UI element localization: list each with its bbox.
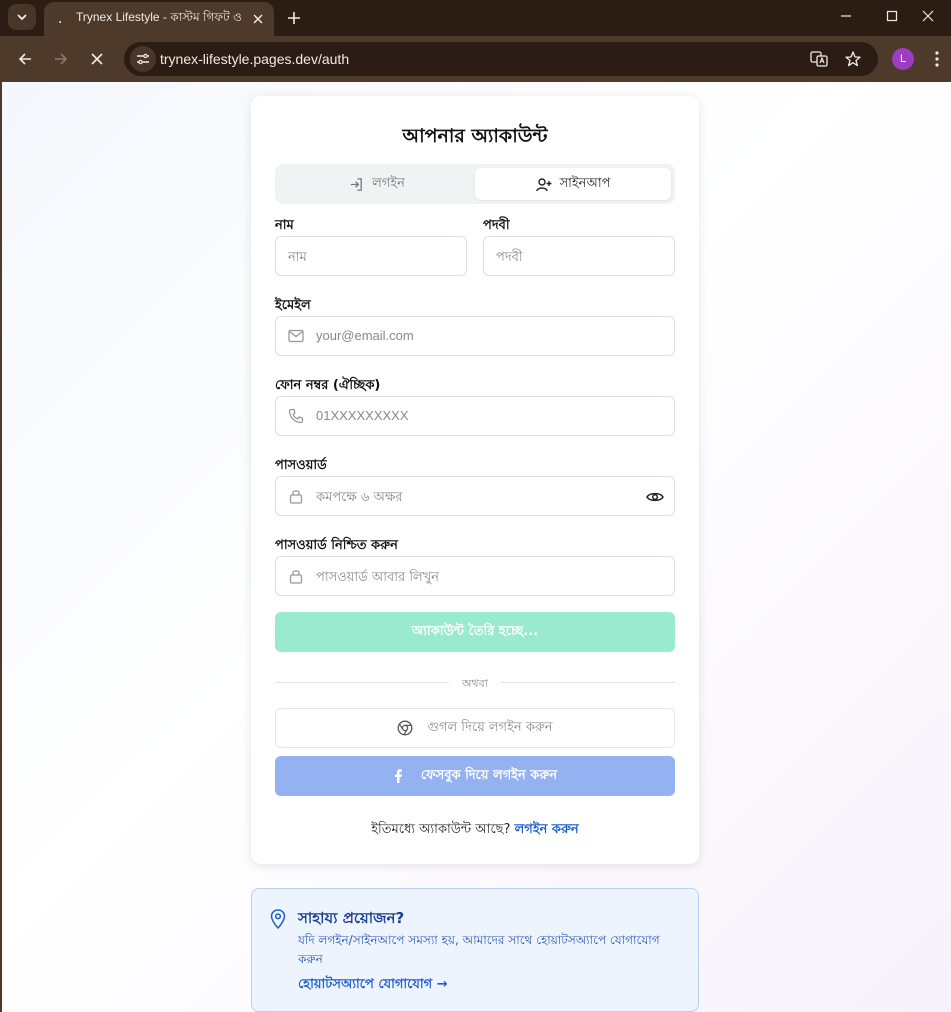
phone-label: ফোন নম্বর (ঐচ্ছিক): [275, 378, 381, 393]
tab-login-label: লগইন: [372, 175, 405, 191]
tune-icon: [137, 53, 149, 65]
close-window-button[interactable]: [905, 0, 951, 32]
close-icon: [922, 10, 934, 22]
confirm-password-label: পাসওয়ার্ড নিশ্চিত করুন: [275, 538, 398, 553]
password-placeholder: কমপক্ষে ৬ অক্ষর: [316, 490, 403, 505]
confirm-password-placeholder: পাসওয়ার্ড আবার লিখুন: [316, 570, 440, 585]
minimize-icon: [841, 15, 851, 17]
confirm-password-input[interactable]: পাসওয়ার্ড আবার লিখুন: [275, 556, 675, 596]
help-title: সাহায্য প্রয়োজন?: [298, 909, 405, 927]
email-label: ইমেইল: [275, 298, 311, 313]
auth-card-title: আপনার অ্যাকাউন্ট: [402, 125, 548, 147]
tab-signup-label: সাইনআপ: [559, 175, 611, 191]
help-box: সাহায্য প্রয়োজন? যদি লগইন/সাইনআপে সমস্য…: [251, 888, 699, 1012]
chevron-down-icon: [17, 14, 27, 21]
password-label: পাসওয়ার্ড: [275, 458, 327, 473]
whatsapp-contact-link[interactable]: হোয়াটসঅ্যাপে যোগাযোগ →: [298, 975, 448, 996]
designation-label: পদবী: [483, 218, 510, 233]
tab-favicon: .: [58, 11, 63, 27]
facebook-login-label: ফেসবুক দিয়ে লগইন করুন: [420, 767, 558, 783]
site-info-button[interactable]: [130, 46, 156, 72]
lock-icon: [288, 488, 304, 504]
browser-menu-button[interactable]: [925, 47, 949, 71]
google-login-button[interactable]: গুগল দিয়ে লগইন করুন: [275, 708, 675, 748]
back-button[interactable]: [13, 47, 37, 71]
auth-tab-switcher: লগইন সাইনআপ: [275, 164, 675, 204]
more-vertical-icon: [935, 51, 939, 67]
new-tab-button[interactable]: [282, 6, 306, 30]
password-input[interactable]: কমপক্ষে ৬ অক্ষর: [275, 476, 675, 516]
bookmark-button[interactable]: [844, 50, 862, 72]
translate-button[interactable]: [810, 50, 828, 72]
chrome-icon: [397, 720, 413, 736]
star-icon: [845, 51, 861, 67]
tab-title: Trynex Lifestyle - কাস্টম গিফট ও: [76, 10, 242, 24]
name-placeholder: নাম: [288, 250, 307, 265]
lock-icon: [288, 568, 304, 584]
email-placeholder: your@email.com: [316, 328, 414, 343]
name-label: নাম: [275, 218, 294, 233]
arrow-left-icon: [18, 53, 31, 65]
browser-tab-bar: . Trynex Lifestyle - কাস্টম গিফট ও: [0, 0, 951, 36]
login-icon: [351, 177, 362, 191]
forward-button[interactable]: [49, 47, 73, 71]
close-icon: [91, 53, 103, 65]
toggle-password-visibility[interactable]: [646, 488, 664, 506]
divider-or-text: অথবা: [449, 675, 501, 694]
tab-search-button[interactable]: [8, 4, 36, 30]
profile-avatar[interactable]: L: [892, 48, 914, 70]
phone-placeholder: 01XXXXXXXXX: [316, 408, 409, 423]
facebook-login-button[interactable]: ফেসবুক দিয়ে লগইন করুন: [275, 756, 675, 796]
page-viewport: আপনার অ্যাকাউন্ট লগইন সাইনআপ নাম নাম পদব…: [2, 82, 951, 1012]
designation-placeholder: পদবী: [496, 250, 523, 265]
browser-toolbar: trynex-lifestyle.pages.dev/auth L: [0, 36, 951, 82]
minimize-button[interactable]: [823, 0, 869, 32]
browser-tab-active[interactable]: . Trynex Lifestyle - কাস্টম গিফট ও: [44, 2, 274, 36]
maximize-icon: [886, 10, 898, 22]
user-plus-icon: [535, 177, 552, 191]
auth-card: আপনার অ্যাকাউন্ট লগইন সাইনআপ নাম নাম পদব…: [251, 96, 699, 864]
login-link[interactable]: লগইন করুন: [515, 822, 579, 837]
help-description: যদি লগইন/সাইনআপে সমস্যা হয়, আমাদের সাথে…: [298, 933, 660, 966]
tab-login[interactable]: লগইন: [279, 168, 475, 200]
arrow-right-icon: [55, 53, 68, 65]
designation-input[interactable]: পদবী: [483, 236, 675, 276]
facebook-icon: [394, 769, 402, 783]
eye-icon: [646, 492, 664, 502]
close-icon: [253, 14, 263, 24]
name-input[interactable]: নাম: [275, 236, 467, 276]
switch-to-login-line: ইতিমধ্যে অ্যাকাউন্ট আছে? লগইন করুন: [251, 820, 699, 841]
translate-icon: [810, 51, 828, 67]
phone-input[interactable]: 01XXXXXXXXX: [275, 396, 675, 436]
url-text: trynex-lifestyle.pages.dev/auth: [160, 51, 350, 67]
email-input[interactable]: your@email.com: [275, 316, 675, 356]
tab-signup[interactable]: সাইনআপ: [475, 168, 671, 200]
map-pin-icon: [270, 909, 286, 929]
tab-close-button[interactable]: [250, 11, 266, 27]
google-login-label: গুগল দিয়ে লগইন করুন: [427, 719, 553, 735]
create-account-button[interactable]: অ্যাকাউন্ট তৈরি হচ্ছে...: [275, 612, 675, 652]
mail-icon: [288, 328, 304, 344]
phone-icon: [288, 408, 304, 424]
address-bar[interactable]: trynex-lifestyle.pages.dev/auth: [124, 42, 878, 76]
plus-icon: [288, 12, 300, 24]
footer-prefix-text: ইতিমধ্যে অ্যাকাউন্ট আছে?: [371, 822, 511, 837]
stop-loading-button[interactable]: [85, 47, 109, 71]
